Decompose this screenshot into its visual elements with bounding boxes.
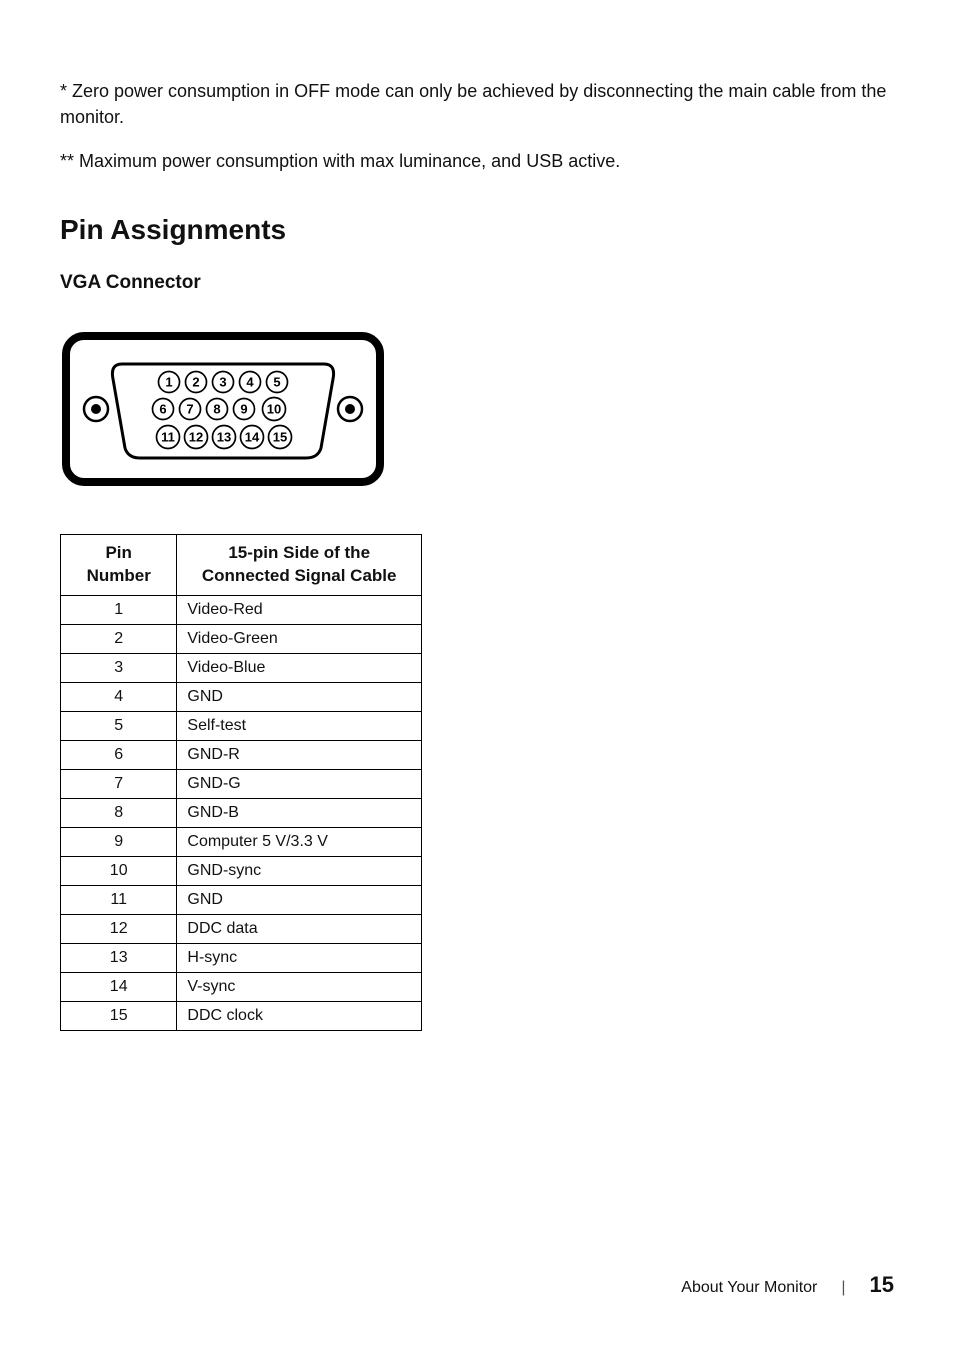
pin-label: 2 <box>192 375 199 390</box>
cell-pin: 2 <box>61 625 177 654</box>
cell-pin: 1 <box>61 596 177 625</box>
cell-signal: GND-G <box>177 770 422 799</box>
cell-signal: GND-sync <box>177 857 422 886</box>
footer-page-number: 15 <box>870 1272 894 1298</box>
table-row: 1Video-Red <box>61 596 422 625</box>
pin-label: 13 <box>217 430 231 445</box>
pin-label: 4 <box>246 375 254 390</box>
table-row: 9Computer 5 V/3.3 V <box>61 828 422 857</box>
cell-pin: 11 <box>61 886 177 915</box>
cell-signal: Video-Green <box>177 625 422 654</box>
cell-signal: GND-B <box>177 799 422 828</box>
pin-label: 8 <box>213 402 220 417</box>
footnote-1: * Zero power consumption in OFF mode can… <box>60 78 894 130</box>
cell-signal: GND <box>177 886 422 915</box>
sub-title-vga: VGA Connector <box>60 272 894 294</box>
pin-label: 1 <box>165 375 172 390</box>
table-row: 12DDC data <box>61 915 422 944</box>
cell-pin: 4 <box>61 683 177 712</box>
table-row: 10GND-sync <box>61 857 422 886</box>
cell-signal: H-sync <box>177 944 422 973</box>
table-body: 1Video-Red 2Video-Green 3Video-Blue 4GND… <box>61 596 422 1031</box>
cell-signal: Video-Blue <box>177 654 422 683</box>
th-text: Number <box>87 566 151 585</box>
table-header-pin: Pin Number <box>61 535 177 596</box>
th-text: Pin <box>105 543 131 562</box>
table-row: 15DDC clock <box>61 1002 422 1031</box>
table-row: 5Self-test <box>61 712 422 741</box>
pin-label: 6 <box>159 402 166 417</box>
table-row: 8GND-B <box>61 799 422 828</box>
cell-pin: 9 <box>61 828 177 857</box>
footnote-2: ** Maximum power consumption with max lu… <box>60 148 894 174</box>
table-row: 13H-sync <box>61 944 422 973</box>
cell-signal: Video-Red <box>177 596 422 625</box>
pin-label: 7 <box>186 402 193 417</box>
pin-row-3: 11 12 13 14 15 <box>157 426 292 449</box>
cell-pin: 5 <box>61 712 177 741</box>
cell-signal: GND <box>177 683 422 712</box>
vga-connector-diagram: 1 2 3 4 5 6 7 8 9 10 11 12 13 14 15 <box>60 330 894 488</box>
table-row: 14V-sync <box>61 973 422 1002</box>
pin-label: 3 <box>219 375 226 390</box>
table-row: 2Video-Green <box>61 625 422 654</box>
th-text: 15-pin Side of the <box>228 543 370 562</box>
table-row: 3Video-Blue <box>61 654 422 683</box>
page-footer: About Your Monitor | 15 <box>681 1272 894 1298</box>
cell-signal: Self-test <box>177 712 422 741</box>
cell-pin: 14 <box>61 973 177 1002</box>
cell-pin: 10 <box>61 857 177 886</box>
cell-pin: 12 <box>61 915 177 944</box>
cell-signal: DDC clock <box>177 1002 422 1031</box>
pin-label: 12 <box>189 430 203 445</box>
cell-pin: 15 <box>61 1002 177 1031</box>
cell-signal: Computer 5 V/3.3 V <box>177 828 422 857</box>
cell-pin: 8 <box>61 799 177 828</box>
pin-label: 10 <box>267 402 281 417</box>
cell-pin: 7 <box>61 770 177 799</box>
pin-label: 15 <box>273 430 287 445</box>
pin-label: 5 <box>273 375 280 390</box>
footer-divider: | <box>841 1279 845 1297</box>
pin-label: 9 <box>240 402 247 417</box>
cell-signal: DDC data <box>177 915 422 944</box>
table-row: 6GND-R <box>61 741 422 770</box>
section-title: Pin Assignments <box>60 214 894 246</box>
table-row: 7GND-G <box>61 770 422 799</box>
cell-pin: 3 <box>61 654 177 683</box>
cell-pin: 13 <box>61 944 177 973</box>
cell-pin: 6 <box>61 741 177 770</box>
pin-label: 14 <box>245 430 260 445</box>
pin-label: 11 <box>161 430 175 445</box>
table-row: 11GND <box>61 886 422 915</box>
table-header-signal: 15-pin Side of the Connected Signal Cabl… <box>177 535 422 596</box>
vga-connector-svg: 1 2 3 4 5 6 7 8 9 10 11 12 13 14 15 <box>60 330 386 488</box>
footer-section-title: About Your Monitor <box>681 1279 817 1297</box>
cell-signal: GND-R <box>177 741 422 770</box>
table-row: 4GND <box>61 683 422 712</box>
pin-assignment-table: Pin Number 15-pin Side of the Connected … <box>60 534 422 1031</box>
cell-signal: V-sync <box>177 973 422 1002</box>
th-text: Connected Signal Cable <box>202 566 397 585</box>
